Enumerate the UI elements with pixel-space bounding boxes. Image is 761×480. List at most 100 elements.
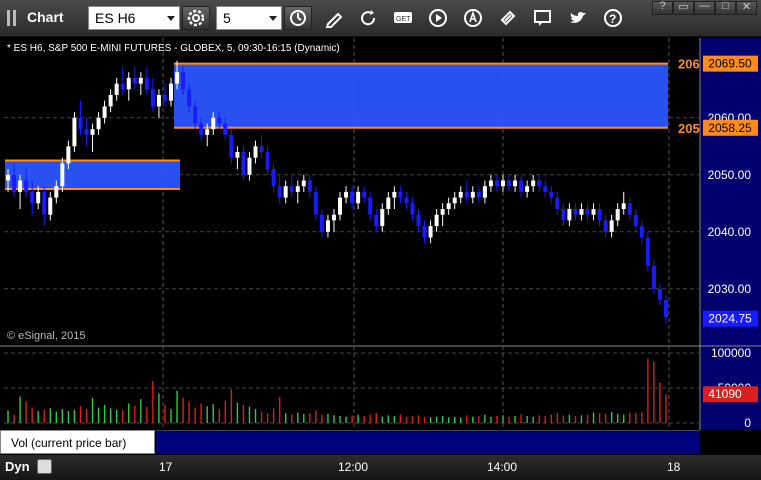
interval-value: 5 (223, 10, 231, 26)
volume-axis-label: 100000 (711, 346, 751, 360)
candle-body (338, 197, 343, 215)
help-icon[interactable]: ? (603, 8, 623, 28)
svg-text:GET: GET (396, 16, 411, 23)
candle-body (651, 266, 656, 289)
candle-body (356, 191, 361, 204)
candle-body (464, 191, 469, 198)
help-window-button[interactable]: ? (652, 0, 673, 15)
candle-body (313, 191, 318, 215)
candle-body (452, 197, 457, 204)
candle-body (307, 180, 312, 192)
candle-body (591, 209, 596, 215)
candle-body (537, 180, 542, 187)
twitter-icon[interactable] (568, 8, 588, 28)
candle-body (639, 226, 644, 238)
alert-icon[interactable] (463, 8, 483, 28)
candle-body (126, 77, 131, 90)
lower-zone-marker-label: 2058.25 (708, 121, 752, 135)
candle-body (120, 83, 125, 90)
dynamic-label: Dyn (5, 459, 30, 474)
interval-settings-button[interactable] (182, 6, 210, 30)
lower-zone-left-label: 205 (678, 121, 700, 136)
candle-body (193, 106, 198, 124)
candle-body (211, 117, 216, 130)
candle-body (561, 209, 566, 221)
get-icon[interactable]: GET (393, 8, 413, 28)
candle-body (205, 129, 210, 135)
maximize-button[interactable]: □ (715, 0, 736, 15)
candle-body (181, 72, 186, 90)
comment-icon[interactable] (533, 8, 553, 28)
candle-body (501, 180, 505, 187)
price-volume-chart[interactable]: 2060.002050.002040.002030.00100000500000… (0, 38, 761, 430)
candle-body (531, 180, 536, 187)
interval-input[interactable]: 5 (216, 6, 282, 30)
candle-body (48, 197, 53, 215)
candle-body (78, 117, 83, 130)
close-icon[interactable]: × (144, 430, 151, 444)
candle-body (386, 197, 391, 209)
upper-zone-left-label: 206 (678, 57, 700, 72)
candle-body (657, 288, 662, 301)
play-icon[interactable] (428, 8, 448, 28)
candle-body (223, 123, 228, 135)
candle-body (368, 197, 373, 215)
candle-body (507, 180, 512, 187)
candle-body (12, 174, 17, 192)
candle-body (90, 129, 95, 135)
candle-body (229, 134, 234, 158)
symbol-input[interactable]: ES H6 (88, 6, 180, 30)
candle-body (6, 174, 11, 181)
candle-body (295, 186, 300, 192)
candle-body (513, 180, 518, 187)
candle-body (476, 191, 481, 198)
candle-body (72, 117, 77, 147)
price-axis-label: 2050.00 (708, 168, 752, 182)
minimize-button[interactable]: — (694, 0, 715, 15)
candle-body (543, 186, 548, 192)
chevron-down-icon[interactable] (269, 16, 277, 21)
candle-body (549, 191, 554, 198)
close-button[interactable]: ✕ (736, 1, 757, 15)
candle-body (18, 180, 23, 192)
x-tick-label: 12:00 (338, 460, 369, 474)
candle-body (175, 72, 180, 84)
candle-body (331, 214, 336, 221)
candle-body (60, 163, 65, 187)
candle-body (488, 180, 493, 187)
candle-body (609, 220, 614, 232)
candle-body (138, 77, 143, 84)
study-tab-strip (156, 430, 700, 454)
support-resistance-zone (174, 63, 668, 128)
lock-icon[interactable] (37, 459, 52, 474)
candle-body (283, 186, 288, 198)
candle-body (217, 117, 222, 124)
refresh-icon[interactable] (358, 8, 378, 28)
link-icon[interactable] (498, 8, 518, 28)
pencil-icon[interactable] (324, 8, 344, 28)
candle-body (380, 209, 385, 227)
candle-body (446, 203, 451, 209)
candle-body (470, 191, 475, 198)
symbol-value: ES H6 (95, 10, 136, 26)
candle-body (36, 191, 41, 204)
app-title: Chart (27, 9, 64, 25)
clock-icon (290, 10, 306, 26)
price-axis-label: 2040.00 (708, 225, 752, 239)
candle-body (289, 186, 294, 192)
pipe-icon (13, 10, 16, 26)
study-tab-volume[interactable]: Vol (current price bar) (0, 430, 155, 454)
candle-body (567, 209, 572, 221)
chart-header: * ES H6, S&P 500 E-MINI FUTURES - GLOBEX… (7, 43, 340, 54)
candle-body (645, 237, 650, 266)
candle-body (187, 89, 192, 107)
candle-body (555, 197, 560, 209)
chart-area[interactable]: 2060.002050.002040.002030.00100000500000… (0, 38, 761, 454)
chevron-down-icon[interactable] (167, 16, 175, 21)
time-template-button[interactable] (284, 6, 312, 30)
candle-body (325, 220, 330, 232)
candle-body (169, 83, 173, 101)
restore-window-button[interactable]: ▭ (673, 1, 694, 15)
candle-body (150, 89, 155, 107)
candle-body (108, 95, 113, 107)
